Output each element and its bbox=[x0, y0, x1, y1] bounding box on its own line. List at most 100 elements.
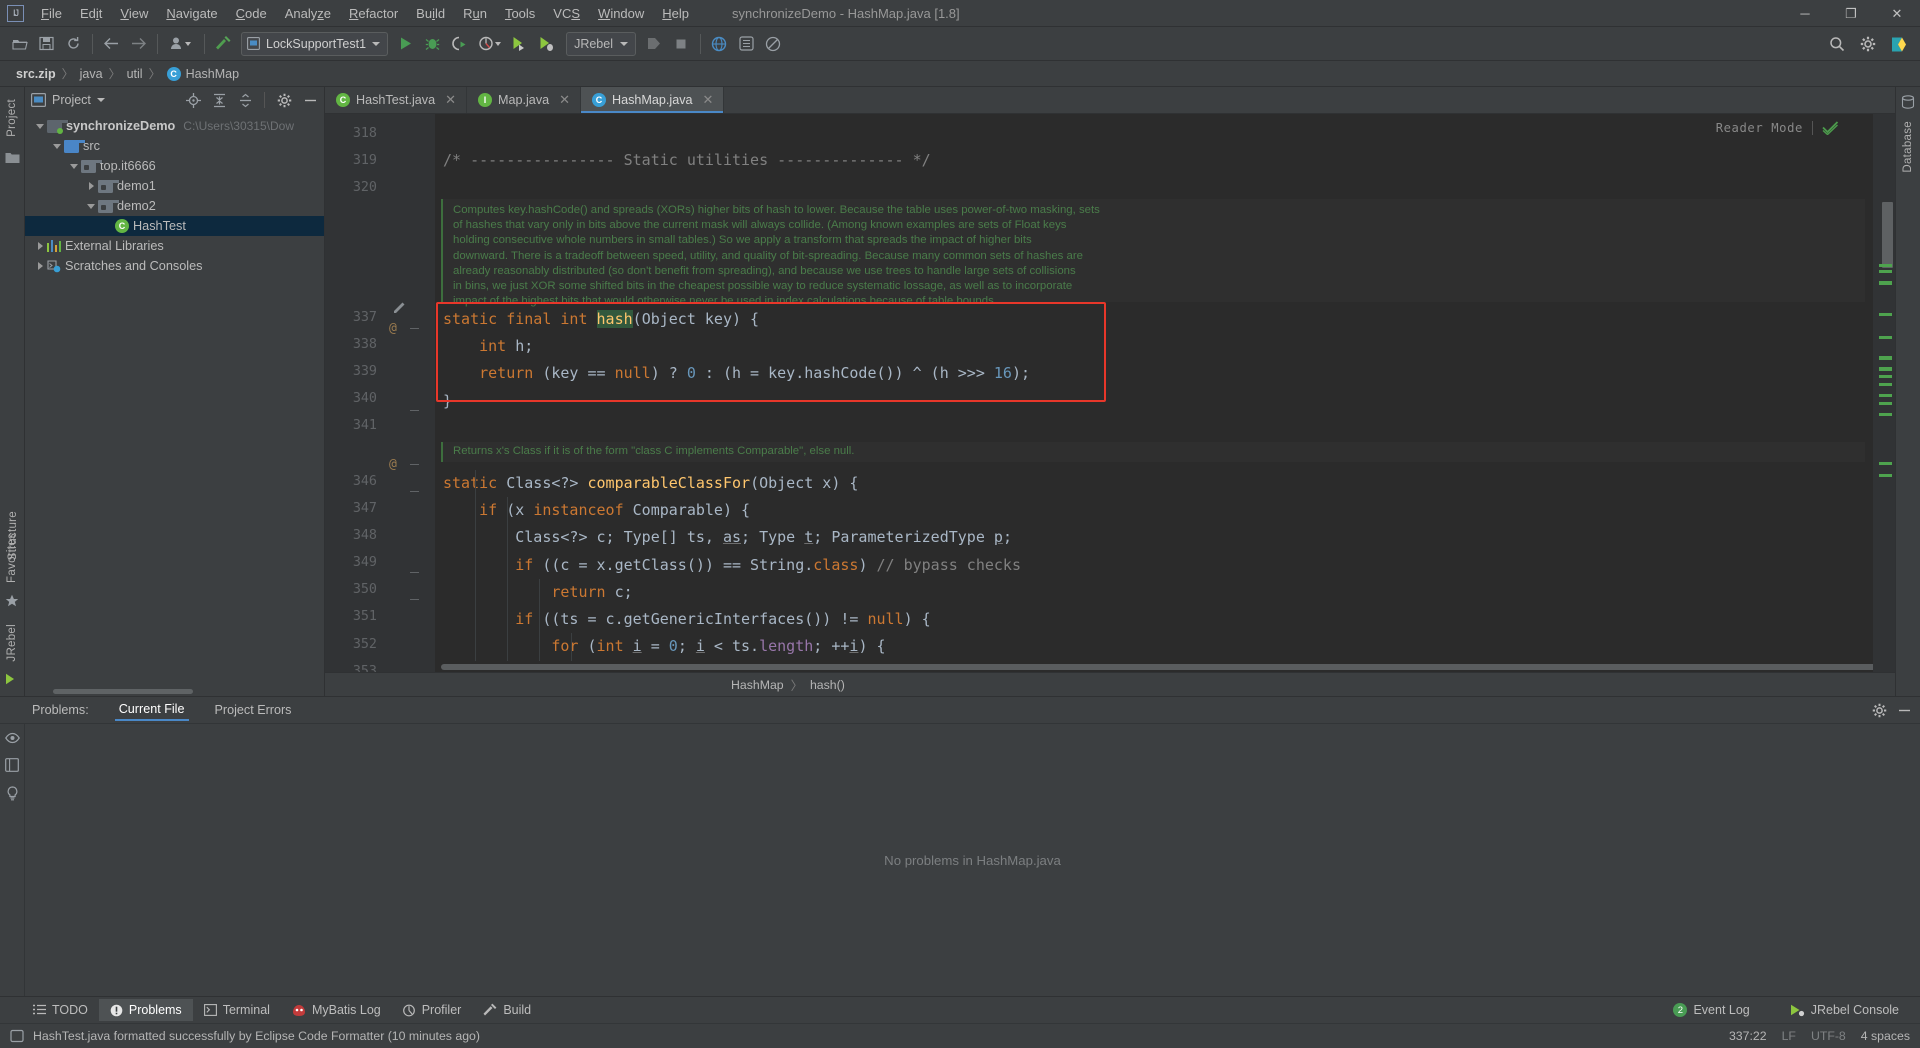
toolwindow-event-log[interactable]: 2 Event Log bbox=[1662, 999, 1760, 1021]
toolwindow-mybatis-log[interactable]: MyBatis Log bbox=[281, 999, 392, 1021]
tree-node-demo1[interactable]: demo1 bbox=[25, 176, 324, 196]
editor-tab-hashtest[interactable]: HashTest.java ✕ bbox=[325, 87, 468, 113]
menu-help[interactable]: Help bbox=[653, 3, 698, 24]
menu-file[interactable]: File bbox=[32, 3, 71, 24]
expand-all-icon[interactable] bbox=[209, 90, 229, 110]
debug-icon[interactable] bbox=[419, 31, 446, 57]
code-content[interactable]: /* ---------------- Static utilities ---… bbox=[435, 114, 1873, 672]
reader-mode-indicator[interactable]: Reader Mode bbox=[1716, 120, 1839, 135]
editor-breadcrumb-method[interactable]: hash() bbox=[810, 678, 845, 692]
breadcrumb-java[interactable]: java bbox=[74, 65, 109, 83]
chevron-down-icon[interactable] bbox=[33, 123, 47, 129]
menu-navigate[interactable]: Navigate bbox=[157, 3, 226, 24]
structure-icon[interactable] bbox=[733, 31, 760, 57]
menu-edit[interactable]: Edit bbox=[71, 3, 111, 24]
fold-minus-icon[interactable] bbox=[410, 595, 419, 604]
close-icon[interactable]: ✕ bbox=[559, 92, 570, 108]
inspections-ok-icon[interactable] bbox=[1822, 120, 1839, 135]
fold-minus-icon[interactable] bbox=[410, 460, 419, 469]
menu-vcs[interactable]: VCS bbox=[544, 3, 589, 24]
toolwindow-build[interactable]: Build bbox=[472, 999, 542, 1021]
status-icon[interactable] bbox=[10, 1029, 24, 1043]
breadcrumb-hashmap[interactable]: HashMap bbox=[161, 65, 246, 83]
menu-refactor[interactable]: Refactor bbox=[340, 3, 407, 24]
menu-run[interactable]: Run bbox=[454, 3, 496, 24]
profiler-run-icon[interactable] bbox=[473, 31, 507, 57]
back-icon[interactable] bbox=[98, 31, 125, 57]
open-folder-icon[interactable] bbox=[6, 31, 33, 57]
breadcrumb-src-zip[interactable]: src.zip bbox=[10, 65, 62, 83]
gear-icon[interactable] bbox=[1872, 703, 1887, 718]
tree-node-scratches-and-consoles[interactable]: Scratches and Consoles bbox=[25, 256, 324, 276]
forward-icon[interactable] bbox=[125, 31, 152, 57]
chevron-down-icon[interactable] bbox=[67, 163, 81, 169]
edit-pencil-icon[interactable] bbox=[393, 300, 407, 314]
editor-tab-hashmap[interactable]: HashMap.java ✕ bbox=[581, 87, 725, 113]
hide-icon[interactable] bbox=[300, 90, 320, 110]
menu-analyze[interactable]: Analyze bbox=[276, 3, 340, 24]
jrebel-selector[interactable]: JRebel bbox=[566, 31, 636, 56]
save-all-icon[interactable] bbox=[33, 31, 60, 57]
menu-view[interactable]: View bbox=[111, 3, 157, 24]
lightbulb-icon[interactable] bbox=[6, 786, 19, 801]
maximize-button[interactable]: ❐ bbox=[1828, 0, 1874, 27]
tab-current-file[interactable]: Current File bbox=[114, 700, 189, 721]
update-app-icon[interactable] bbox=[641, 31, 668, 57]
jrebel-debug-icon[interactable] bbox=[534, 31, 561, 57]
tree-node-top-it6666[interactable]: top.it6666 bbox=[25, 156, 324, 176]
scrollbar-thumb[interactable] bbox=[1882, 202, 1893, 268]
minimize-button[interactable]: ─ bbox=[1782, 0, 1828, 27]
fold-minus-icon[interactable] bbox=[410, 568, 419, 577]
chevron-down-icon[interactable] bbox=[50, 143, 64, 149]
error-stripe-markers[interactable] bbox=[1873, 114, 1895, 672]
close-button[interactable]: ✕ bbox=[1874, 0, 1920, 27]
editor-horizontal-scrollbar[interactable] bbox=[435, 661, 1873, 672]
locate-icon[interactable] bbox=[183, 90, 203, 110]
menu-build[interactable]: Build bbox=[407, 3, 454, 24]
gear-icon[interactable] bbox=[274, 90, 294, 110]
toolwindow-profiler[interactable]: Profiler bbox=[392, 999, 473, 1021]
override-marker-icon[interactable]: @ bbox=[389, 321, 397, 336]
no-entry-icon[interactable] bbox=[760, 31, 787, 57]
collapse-all-icon[interactable] bbox=[235, 90, 255, 110]
rail-button-project[interactable]: Project bbox=[6, 93, 18, 143]
tree-node-demo2[interactable]: demo2 bbox=[25, 196, 324, 216]
panel-icon[interactable] bbox=[5, 758, 19, 772]
run-coverage-icon[interactable] bbox=[446, 31, 473, 57]
editor-tab-map[interactable]: Map.java ✕ bbox=[467, 87, 582, 113]
run-icon[interactable] bbox=[392, 31, 419, 57]
toolwindow-todo[interactable]: TODO bbox=[22, 999, 99, 1021]
chevron-right-icon[interactable] bbox=[84, 182, 98, 190]
chevron-right-icon[interactable] bbox=[33, 262, 47, 270]
rail-button-jrebel[interactable]: JRebel bbox=[6, 618, 18, 668]
hide-icon[interactable] bbox=[1897, 703, 1912, 718]
rail-button-database[interactable]: Database bbox=[1902, 115, 1914, 179]
chevron-down-icon[interactable] bbox=[84, 203, 98, 209]
jrebel-run-icon[interactable] bbox=[507, 31, 534, 57]
override-marker-icon[interactable]: @ bbox=[389, 457, 397, 472]
line-separator[interactable]: LF bbox=[1782, 1029, 1796, 1043]
stop-icon[interactable] bbox=[668, 31, 695, 57]
search-icon[interactable] bbox=[1823, 31, 1850, 57]
editor-breadcrumb-class[interactable]: HashMap bbox=[731, 678, 784, 692]
fold-minus-icon[interactable] bbox=[410, 487, 419, 496]
breadcrumb-util[interactable]: util bbox=[121, 65, 149, 83]
menu-tools[interactable]: Tools bbox=[496, 3, 544, 24]
ide-logo-icon[interactable] bbox=[1885, 31, 1912, 57]
tree-node-external-libraries[interactable]: External Libraries bbox=[25, 236, 324, 256]
chevron-down-icon[interactable] bbox=[96, 98, 105, 102]
toolwindow-terminal[interactable]: Terminal bbox=[193, 999, 281, 1021]
tree-node-hashtest[interactable]: HashTest bbox=[25, 216, 324, 236]
tree-node-synchronizedemo[interactable]: synchronizeDemo C:\Users\30315\Dow bbox=[25, 116, 324, 136]
chevron-right-icon[interactable] bbox=[33, 242, 47, 250]
fold-end-icon[interactable] bbox=[410, 406, 419, 415]
fold-minus-icon[interactable] bbox=[410, 324, 419, 333]
rail-button-favorites[interactable]: Favorites bbox=[6, 527, 18, 589]
status-message[interactable]: HashTest.java formatted successfully by … bbox=[33, 1029, 480, 1043]
sync-icon[interactable] bbox=[60, 31, 87, 57]
project-horizontal-scrollbar[interactable] bbox=[25, 687, 324, 696]
close-icon[interactable]: ✕ bbox=[445, 92, 456, 108]
eye-icon[interactable] bbox=[4, 732, 20, 744]
caret-position[interactable]: 337:22 bbox=[1729, 1029, 1767, 1043]
tree-node-src[interactable]: src bbox=[25, 136, 324, 156]
